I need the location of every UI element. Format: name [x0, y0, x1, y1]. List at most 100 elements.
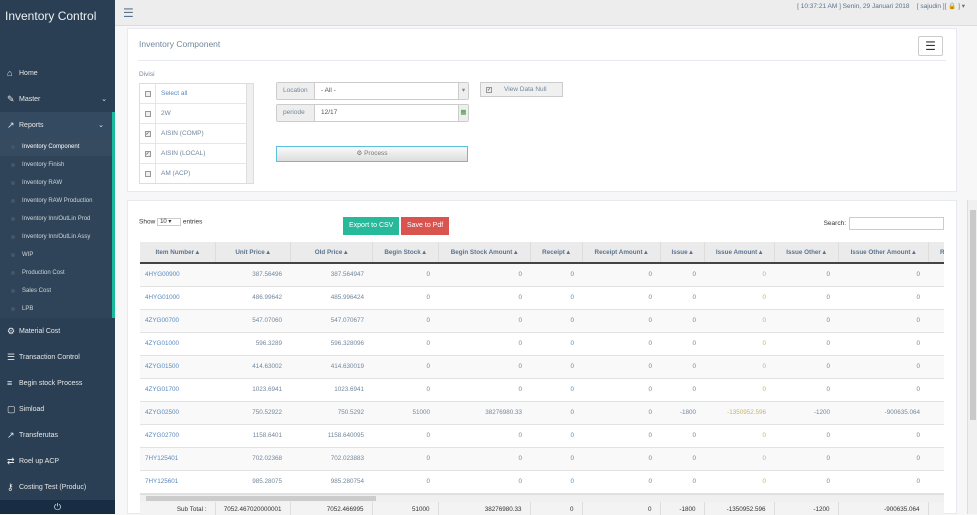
table-cell [928, 424, 944, 447]
app-title[interactable]: Inventory Control [0, 0, 115, 60]
submenu-item[interactable]: Inventory Inn/OutLin Prod [0, 210, 112, 228]
item-number-link[interactable]: 4ZYG00700 [140, 309, 215, 332]
item-number-link[interactable]: 4ZYG02500 [140, 401, 215, 424]
column-header[interactable]: Receipt ▴ [530, 242, 582, 263]
page-scrollbar-thumb[interactable] [970, 210, 976, 420]
column-header[interactable]: Begin Stock ▴ [372, 242, 438, 263]
page-scrollbar[interactable] [967, 200, 977, 514]
divisi-checkbox[interactable] [140, 104, 156, 123]
sidebar-item-reports[interactable]: ↗Reports⌄ [0, 112, 115, 138]
sidebar-item-transaction-control[interactable]: ☰Transaction Control [0, 344, 115, 370]
divisi-checkbox[interactable] [140, 164, 156, 183]
divisi-list: Select all 2W ✓ AISIN (COMP) ✓AISIN (LOCAL) A… [139, 83, 254, 184]
export-csv-button[interactable]: Export to CSV [343, 217, 399, 235]
table-cell: 0 [582, 286, 660, 309]
divisi-checkbox[interactable]: ✓ [140, 124, 156, 143]
divisi-label: Select all [161, 90, 187, 97]
sidebar-item-transferutas[interactable]: ↗Transferutas [0, 422, 115, 448]
divisi-label: AM (ACP) [161, 170, 190, 177]
footer-cell: -1200 [774, 502, 838, 515]
user-menu[interactable]: [ sajudin ][ 🔒 ] ▾ [917, 3, 965, 10]
column-header[interactable]: Re [928, 242, 944, 263]
bullet-icon [11, 235, 15, 239]
periode-field[interactable]: periode 12/17 ▦ [276, 104, 469, 122]
divisi-option[interactable]: Select all [140, 84, 253, 104]
table-cell: 0 [660, 355, 704, 378]
column-header[interactable]: Receipt Amount ▴ [582, 242, 660, 263]
divisi-label: AISIN (COMP) [161, 130, 204, 137]
sidebar-item-roel-up-acp[interactable]: ⇄Roel up ACP [0, 448, 115, 474]
scrollbar-thumb[interactable] [146, 496, 376, 501]
sidebar-item-label: Costing Test (Produc) [19, 484, 86, 491]
column-header[interactable]: Old Price ▴ [290, 242, 372, 263]
column-header[interactable]: Item Number ▴ [140, 242, 215, 263]
column-header[interactable]: Issue Other Amount ▴ [838, 242, 928, 263]
table-cell [928, 286, 944, 309]
save-pdf-button[interactable]: Save to Pdf [401, 217, 449, 235]
bullet-icon [11, 217, 15, 221]
divisi-checkbox[interactable]: ✓ [140, 144, 156, 163]
table-cell: 0 [530, 447, 582, 470]
divisi-option[interactable]: ✓ AISIN (COMP) [140, 124, 253, 144]
bullet-icon [11, 271, 15, 275]
bullet-icon [11, 253, 15, 257]
column-header[interactable]: Issue ▴ [660, 242, 704, 263]
power-icon[interactable]: ⏻ [0, 500, 115, 514]
checked-icon: ✓ [145, 131, 151, 137]
sidebar-item-costing-test-produc-[interactable]: ⚷Costing Test (Produc) [0, 474, 115, 500]
cogs-icon: ⚙ [356, 150, 362, 157]
divisi-scrollbar[interactable] [246, 84, 253, 183]
item-number-link[interactable]: 7HY125401 [140, 447, 215, 470]
item-number-link[interactable]: 4HYG00900 [140, 263, 215, 286]
divisi-option[interactable]: AM (ACP) [140, 164, 253, 184]
column-header[interactable]: Begin Stock Amount ▴ [438, 242, 530, 263]
sidebar-item-home[interactable]: ⌂Home [0, 60, 115, 86]
item-number-link[interactable]: 4HYG01000 [140, 286, 215, 309]
table-row: 4HYG00900387.56496387.56494700000000 [140, 263, 944, 286]
item-number-link[interactable]: 4ZYG01500 [140, 355, 215, 378]
column-header[interactable]: Issue Other ▴ [774, 242, 838, 263]
sidebar-item-master[interactable]: ✎Master⌄ [0, 86, 115, 112]
divisi-option[interactable]: ✓AISIN (LOCAL) [140, 144, 253, 164]
footer-cell: 7052.466995 [290, 502, 372, 515]
submenu-item[interactable]: Inventory Inn/OutLin Assy [0, 228, 112, 246]
submenu-item[interactable]: Inventory Component [0, 138, 112, 156]
location-select[interactable]: Location - All - ▾ [276, 82, 469, 100]
process-button[interactable]: ⚙ Process [276, 146, 468, 162]
submenu-item[interactable]: LPB [0, 300, 112, 318]
column-header[interactable]: Unit Price ▴ [215, 242, 290, 263]
submenu-item[interactable]: Sales Cost [0, 282, 112, 300]
item-number-link[interactable]: 4ZYG02700 [140, 424, 215, 447]
sidebar-item-material-cost[interactable]: ⚙Material Cost [0, 318, 115, 344]
divisi-option[interactable]: 2W [140, 104, 253, 124]
search-input[interactable] [849, 217, 944, 230]
location-value[interactable]: - All - [315, 83, 458, 99]
horizontal-scrollbar[interactable] [140, 494, 944, 502]
entries-select[interactable]: 10 ▾ [157, 218, 181, 226]
submenu-item[interactable]: Inventory Finish [0, 156, 112, 174]
sidebar-item-simload[interactable]: ▢Simload [0, 396, 115, 422]
item-number-link[interactable]: 4ZYG01700 [140, 378, 215, 401]
item-number-link[interactable]: 4ZYG01000 [140, 332, 215, 355]
column-header[interactable]: Issue Amount ▴ [704, 242, 774, 263]
submenu-item[interactable]: Inventory RAW [0, 174, 112, 192]
view-null-checkbox[interactable]: ✓ [486, 87, 492, 93]
table-cell: 0 [704, 286, 774, 309]
periode-value[interactable]: 12/17 [315, 105, 458, 121]
location-label: Location [277, 83, 315, 99]
menu-toggle-icon[interactable]: ☰ [123, 6, 134, 20]
table-row: 4HYG01000486.99642485.99642400000000 [140, 286, 944, 309]
sidebar-item-begin-stock-process[interactable]: ≡Begin stock Process [0, 370, 115, 396]
calendar-icon[interactable]: ▦ [458, 105, 468, 121]
submenu-item[interactable]: WIP [0, 246, 112, 264]
divisi-checkbox[interactable] [140, 84, 156, 103]
submenu-item[interactable]: Inventory RAW Production [0, 192, 112, 210]
table-cell: 485.996424 [290, 286, 372, 309]
table-cell: 1023.6941 [215, 378, 290, 401]
home-icon: ⌂ [7, 68, 19, 78]
panel-menu-button[interactable]: ☰ [918, 36, 943, 56]
item-number-link[interactable]: 7HY125601 [140, 470, 215, 493]
chevron-down-icon[interactable]: ▾ [458, 83, 468, 99]
submenu-item[interactable]: Production Cost [0, 264, 112, 282]
view-data-null-button[interactable]: ✓View Data Null [480, 82, 563, 97]
